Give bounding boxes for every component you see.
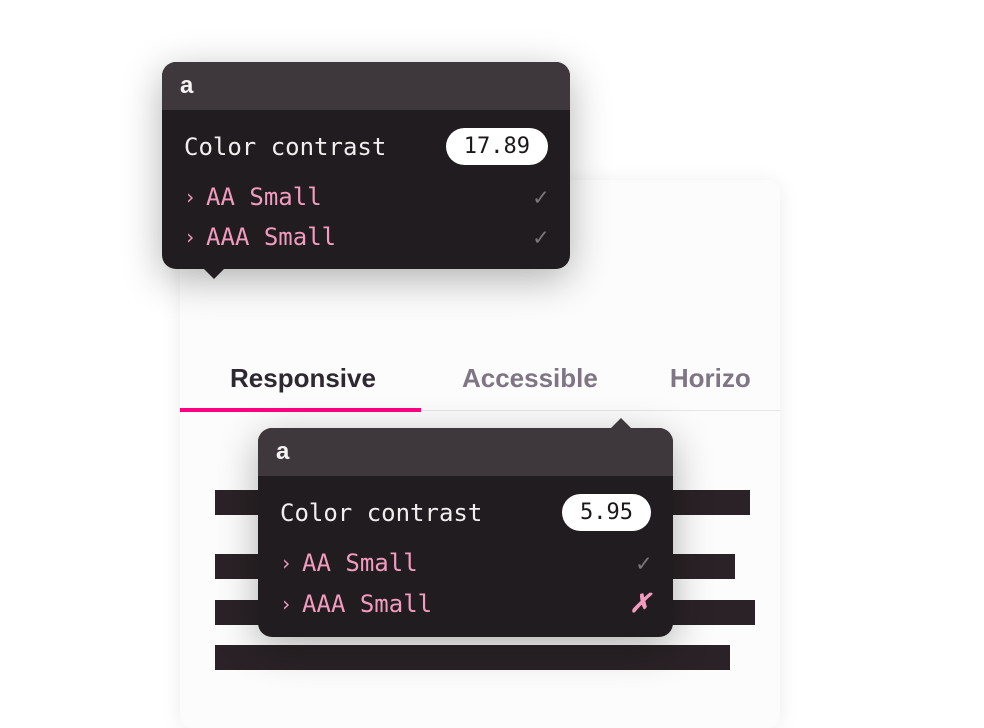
check-label: AAA Small	[302, 590, 432, 618]
tooltip-arrow-icon	[202, 267, 226, 279]
contrast-value-badge: 17.89	[446, 128, 548, 165]
check-label-group: › AAA Small	[280, 590, 432, 618]
tab-responsive[interactable]: Responsive	[180, 345, 426, 416]
contrast-label: Color contrast	[184, 133, 386, 161]
chevron-right-icon: ›	[280, 592, 292, 616]
check-label: AAA Small	[206, 223, 336, 251]
checkmark-icon: ✓	[637, 549, 651, 577]
tooltip-arrow-icon	[609, 418, 633, 430]
check-label-group: › AAA Small	[184, 223, 336, 251]
tooltip-header-glyph: a	[162, 62, 570, 110]
contrast-row: Color contrast 5.95	[280, 494, 651, 531]
checkmark-icon: ✓	[534, 183, 548, 211]
chevron-right-icon: ›	[280, 551, 292, 575]
check-label-group: › AA Small	[280, 549, 418, 577]
checkmark-icon: ✓	[534, 223, 548, 251]
chevron-right-icon: ›	[184, 185, 196, 209]
tooltip-body: Color contrast 17.89 › AA Small ✓ › AAA …	[162, 110, 570, 269]
fail-x-icon: ✗	[629, 589, 651, 619]
check-label: AA Small	[206, 183, 322, 211]
contrast-label: Color contrast	[280, 499, 482, 527]
check-row-aaa-small[interactable]: › AAA Small ✗	[280, 589, 651, 619]
tab-horizontal[interactable]: Horizo	[634, 345, 787, 416]
contrast-row: Color contrast 17.89	[184, 128, 548, 165]
chevron-right-icon: ›	[184, 225, 196, 249]
tab-active-underline	[180, 408, 421, 412]
check-row-aa-small[interactable]: › AA Small ✓	[280, 549, 651, 577]
check-row-aa-small[interactable]: › AA Small ✓	[184, 183, 548, 211]
tooltip-header-glyph: a	[258, 428, 673, 476]
contrast-tooltip-1: a Color contrast 17.89 › AA Small ✓ › AA…	[162, 62, 570, 269]
content-bar	[215, 645, 730, 670]
contrast-tooltip-2: a Color contrast 5.95 › AA Small ✓ › AAA…	[258, 428, 673, 637]
tab-accessible[interactable]: Accessible	[426, 345, 634, 416]
tooltip-body: Color contrast 5.95 › AA Small ✓ › AAA S…	[258, 476, 673, 637]
contrast-value-badge: 5.95	[562, 494, 651, 531]
tabs-container: Responsive Accessible Horizo	[180, 345, 780, 416]
check-row-aaa-small[interactable]: › AAA Small ✓	[184, 223, 548, 251]
check-label-group: › AA Small	[184, 183, 322, 211]
check-label: AA Small	[302, 549, 418, 577]
